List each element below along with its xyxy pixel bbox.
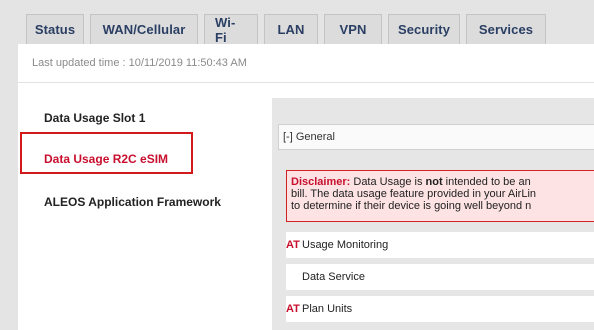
router-admin-window: Status WAN/Cellular Wi-Fi LAN VPN Securi… [0, 0, 594, 330]
tab-wi-fi[interactable]: Wi-Fi [204, 14, 258, 45]
tab-lan[interactable]: LAN [264, 14, 318, 44]
row-label: Data Service [302, 271, 365, 283]
row-usage-monitoring: AT Usage Monitoring [286, 232, 594, 258]
nav-item-data-usage-slot-1[interactable]: Data Usage Slot 1 [44, 111, 145, 125]
tab-wan-cellular[interactable]: WAN/Cellular [90, 14, 198, 44]
row-label: Plan Units [302, 303, 353, 315]
nav-selection-highlight [20, 132, 193, 174]
row-label: Usage Monitoring [302, 239, 389, 251]
tab-vpn[interactable]: VPN [324, 14, 382, 44]
tab-status[interactable]: Status [26, 14, 84, 44]
content-panel: Last updated time : 10/11/2019 11:50:43 … [18, 44, 594, 330]
row-plan-units: AT Plan Units [286, 296, 594, 322]
disclaimer-text-1b: not [425, 176, 443, 188]
at-command-badge: AT [286, 239, 300, 251]
nav-item-aleos-application-framework[interactable]: ALEOS Application Framework [44, 195, 221, 209]
disclaimer-text-1c: intended to be an [442, 176, 531, 188]
tab-services[interactable]: Services [466, 14, 546, 44]
last-updated-text: Last updated time : 10/11/2019 11:50:43 … [32, 57, 247, 69]
row-data-service: Data Service [286, 264, 594, 290]
tab-security[interactable]: Security [388, 14, 460, 44]
settings-area: [-] General Disclaimer: Data Usage is no… [272, 98, 594, 330]
disclaimer-box: Disclaimer: Data Usage is not intended t… [286, 170, 594, 222]
disclaimer-text-1a: Data Usage is [350, 176, 426, 188]
divider [18, 82, 594, 83]
disclaimer-text-3: to determine if their device is going we… [291, 200, 532, 212]
at-command-badge: AT [286, 303, 300, 315]
disclaimer-text-2: bill. The data usage feature provided in… [291, 188, 537, 200]
disclaimer-label: Disclaimer: [291, 176, 351, 188]
main-tab-bar: Status WAN/Cellular Wi-Fi LAN VPN Securi… [26, 14, 546, 45]
general-section-toggle[interactable]: [-] General [278, 124, 594, 150]
